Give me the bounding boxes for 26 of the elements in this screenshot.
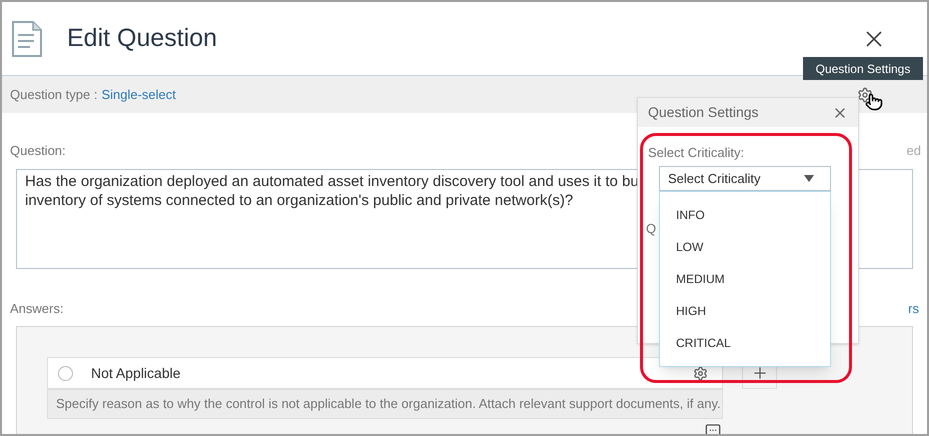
- question-type-label: Question type :: [10, 86, 98, 104]
- answers-label: Answers:: [10, 300, 64, 318]
- criticality-select[interactable]: Select Criticality: [659, 166, 831, 191]
- settings-icon[interactable]: [693, 366, 708, 380]
- dropdown-caret-icon: [804, 175, 814, 182]
- partial-label: Q: [646, 220, 656, 238]
- required-label: ed: [906, 142, 921, 160]
- answer-text: Not Applicable: [91, 364, 181, 383]
- question-label: Question:: [10, 142, 66, 160]
- settings-icon[interactable]: [857, 87, 873, 103]
- hand-cursor-icon: [865, 93, 883, 111]
- answer-row[interactable]: Not Applicable: [47, 357, 723, 389]
- criticality-option[interactable]: LOW: [660, 231, 830, 263]
- radio-button[interactable]: [58, 366, 73, 380]
- criticality-label: Select Criticality:: [648, 144, 744, 162]
- criticality-option[interactable]: INFO: [660, 199, 830, 231]
- popover-title: Question Settings: [648, 103, 759, 122]
- answers-link[interactable]: rs: [908, 298, 919, 318]
- criticality-option[interactable]: HIGH: [660, 295, 830, 327]
- document-icon: [12, 20, 42, 56]
- answer-hint: Specify reason as to why the control is not applicable to the organization. Attach relevant support documents, if any.: [47, 389, 723, 419]
- tooltip: Question Settings: [803, 57, 923, 80]
- window-title: Edit Question: [67, 22, 218, 54]
- question-type-value: Single-select: [101, 86, 176, 104]
- question-text: inventory of systems connected to an organization's public and private network(s)?: [25, 190, 574, 210]
- criticality-option[interactable]: CRITICAL: [660, 327, 830, 359]
